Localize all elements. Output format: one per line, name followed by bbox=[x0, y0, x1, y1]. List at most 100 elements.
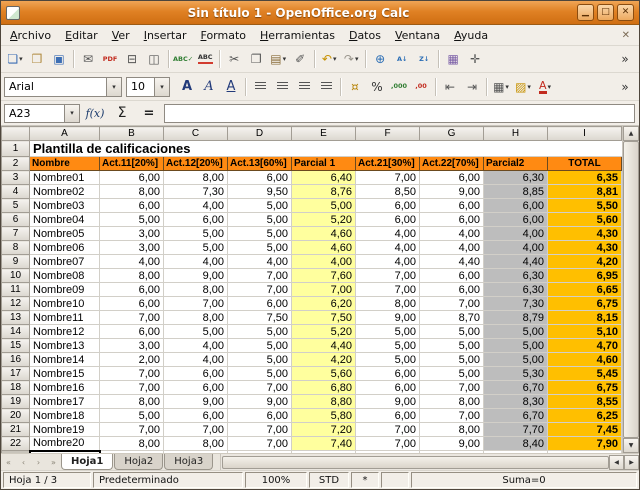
cell-I6[interactable]: 5,60 bbox=[548, 213, 622, 227]
cell-D18[interactable]: 7,00 bbox=[228, 381, 292, 395]
font-name-combo[interactable]: Arial ▾ bbox=[4, 77, 122, 97]
cell-I11[interactable]: 6,65 bbox=[548, 283, 622, 297]
zoom-level[interactable]: 100% bbox=[245, 472, 307, 488]
cell-C20[interactable]: 6,00 bbox=[164, 409, 228, 423]
cell-I7[interactable]: 4,30 bbox=[548, 227, 622, 241]
cell-G10[interactable]: 6,00 bbox=[420, 269, 484, 283]
cell-E22[interactable]: 7,40 bbox=[292, 437, 356, 451]
toolbar-overflow-button[interactable]: » bbox=[614, 48, 636, 70]
print-button[interactable]: ⊟ bbox=[121, 48, 143, 70]
cell-C10[interactable]: 9,00 bbox=[164, 269, 228, 283]
column-header-G[interactable]: G bbox=[420, 127, 484, 141]
cell-C23[interactable] bbox=[164, 451, 228, 454]
row-header-9[interactable]: 9 bbox=[2, 255, 30, 269]
cell-C22[interactable]: 8,00 bbox=[164, 437, 228, 451]
row-header-21[interactable]: 21 bbox=[2, 423, 30, 437]
cell-F21[interactable]: 7,00 bbox=[356, 423, 420, 437]
cell-D11[interactable]: 7,00 bbox=[228, 283, 292, 297]
cell-C5[interactable]: 4,00 bbox=[164, 199, 228, 213]
export-pdf-button[interactable]: PDF bbox=[99, 48, 121, 70]
font-size-combo[interactable]: 10 ▾ bbox=[126, 77, 170, 97]
cell-C17[interactable]: 6,00 bbox=[164, 367, 228, 381]
cell-C18[interactable]: 6,00 bbox=[164, 381, 228, 395]
menu-item-herramientas[interactable]: Herramientas bbox=[253, 27, 342, 44]
cell-G15[interactable]: 5,00 bbox=[420, 339, 484, 353]
cell-C8[interactable]: 5,00 bbox=[164, 241, 228, 255]
cell-A3[interactable]: Nombre01 bbox=[30, 171, 100, 185]
close-document-button[interactable]: ✕ bbox=[615, 30, 637, 41]
cell-H19[interactable]: 8,30 bbox=[484, 395, 548, 409]
name-box[interactable]: A23 ▾ bbox=[4, 104, 80, 123]
cell-D13[interactable]: 7,50 bbox=[228, 311, 292, 325]
cell-B12[interactable]: 6,00 bbox=[100, 297, 164, 311]
cell-B9[interactable]: 4,00 bbox=[100, 255, 164, 269]
open-button[interactable]: ❒ bbox=[26, 48, 48, 70]
align-left-button[interactable] bbox=[249, 76, 271, 98]
cell-C3[interactable]: 8,00 bbox=[164, 171, 228, 185]
increase-indent-button[interactable]: ⇥ bbox=[461, 76, 483, 98]
cell-G6[interactable]: 6,00 bbox=[420, 213, 484, 227]
next-sheet-button[interactable]: › bbox=[31, 454, 46, 470]
cell-I18[interactable]: 6,75 bbox=[548, 381, 622, 395]
cell-A9[interactable]: Nombre07 bbox=[30, 255, 100, 269]
sort-ascending-button[interactable]: A↓ bbox=[391, 48, 413, 70]
cell-C14[interactable]: 5,00 bbox=[164, 325, 228, 339]
cell-F8[interactable]: 4,00 bbox=[356, 241, 420, 255]
cell-B21[interactable]: 7,00 bbox=[100, 423, 164, 437]
header-cell-B2[interactable]: Act.11[20%] bbox=[100, 157, 164, 171]
cell-H23[interactable] bbox=[484, 451, 548, 454]
undo-button[interactable]: ↶▾ bbox=[318, 48, 340, 70]
cell-I17[interactable]: 5,45 bbox=[548, 367, 622, 381]
redo-button[interactable]: ↷▾ bbox=[340, 48, 362, 70]
cell-I19[interactable]: 8,55 bbox=[548, 395, 622, 409]
header-cell-I2[interactable]: TOTAL bbox=[548, 157, 622, 171]
row-header-19[interactable]: 19 bbox=[2, 395, 30, 409]
column-header-C[interactable]: C bbox=[164, 127, 228, 141]
cell-I13[interactable]: 8,15 bbox=[548, 311, 622, 325]
cell-D20[interactable]: 6,00 bbox=[228, 409, 292, 423]
cell-H21[interactable]: 7,70 bbox=[484, 423, 548, 437]
cell-H16[interactable]: 5,00 bbox=[484, 353, 548, 367]
cell-H5[interactable]: 6,00 bbox=[484, 199, 548, 213]
select-all-corner[interactable] bbox=[2, 127, 30, 141]
cell-A21[interactable]: Nombre19 bbox=[30, 423, 100, 437]
font-color-button[interactable]: A▾ bbox=[534, 76, 556, 98]
maximize-button[interactable]: □ bbox=[597, 4, 614, 21]
scroll-left-icon[interactable]: ◀ bbox=[609, 455, 624, 470]
cell-I22[interactable]: 7,90 bbox=[548, 437, 622, 451]
cell-F10[interactable]: 7,00 bbox=[356, 269, 420, 283]
cell-H12[interactable]: 7,30 bbox=[484, 297, 548, 311]
cell-D12[interactable]: 6,00 bbox=[228, 297, 292, 311]
cell-D6[interactable]: 5,00 bbox=[228, 213, 292, 227]
cell-G16[interactable]: 5,00 bbox=[420, 353, 484, 367]
italic-button[interactable]: A bbox=[198, 76, 220, 98]
cell-E15[interactable]: 4,40 bbox=[292, 339, 356, 353]
row-header-15[interactable]: 15 bbox=[2, 339, 30, 353]
cell-E6[interactable]: 5,20 bbox=[292, 213, 356, 227]
cell-G21[interactable]: 8,00 bbox=[420, 423, 484, 437]
cell-F13[interactable]: 9,00 bbox=[356, 311, 420, 325]
cell-I4[interactable]: 8,81 bbox=[548, 185, 622, 199]
cell-G22[interactable]: 9,00 bbox=[420, 437, 484, 451]
navigator-button[interactable]: ✛ bbox=[464, 48, 486, 70]
cell-G17[interactable]: 5,00 bbox=[420, 367, 484, 381]
row-header-12[interactable]: 12 bbox=[2, 297, 30, 311]
cell-G13[interactable]: 8,70 bbox=[420, 311, 484, 325]
cell-F18[interactable]: 6,00 bbox=[356, 381, 420, 395]
bold-button[interactable]: A bbox=[176, 76, 198, 98]
cell-F17[interactable]: 6,00 bbox=[356, 367, 420, 381]
column-header-B[interactable]: B bbox=[100, 127, 164, 141]
menu-item-insertar[interactable]: Insertar bbox=[137, 27, 194, 44]
menu-item-formato[interactable]: Formato bbox=[194, 27, 254, 44]
format-paintbrush-button[interactable]: ✐ bbox=[289, 48, 311, 70]
borders-button[interactable]: ▦▾ bbox=[490, 76, 512, 98]
align-right-button[interactable] bbox=[293, 76, 315, 98]
sheet-tab-hoja2[interactable]: Hoja2 bbox=[114, 454, 163, 470]
cell-G11[interactable]: 6,00 bbox=[420, 283, 484, 297]
cell-G20[interactable]: 7,00 bbox=[420, 409, 484, 423]
cell-F12[interactable]: 8,00 bbox=[356, 297, 420, 311]
row-header-1[interactable]: 1 bbox=[2, 141, 30, 157]
sheet-indicator[interactable]: Hoja 1 / 3 bbox=[3, 472, 91, 488]
cell-D16[interactable]: 5,00 bbox=[228, 353, 292, 367]
cell-I21[interactable]: 7,45 bbox=[548, 423, 622, 437]
